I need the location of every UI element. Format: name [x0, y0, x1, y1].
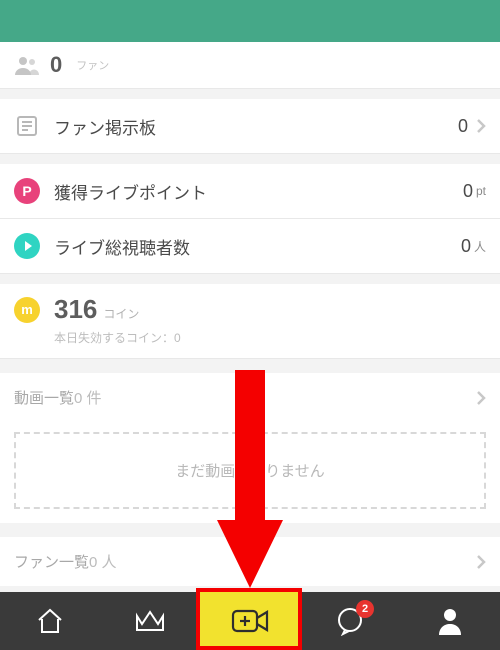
nav-home[interactable] [0, 592, 100, 650]
live-points-item[interactable]: P 獲得ライブポイント 0 pt [0, 164, 500, 219]
person-icon [437, 607, 463, 635]
fan-count: 0 [50, 52, 62, 78]
crown-icon [133, 608, 167, 634]
fan-label: ファン [76, 57, 109, 73]
video-plus-icon [230, 606, 270, 636]
fan-count-row: 0 ファン [0, 42, 500, 89]
viewers-icon [14, 233, 40, 259]
fanlist-title: ファン一覧 [14, 554, 89, 571]
viewers-value: 0 [461, 236, 471, 257]
viewers-item[interactable]: ライブ総視聴者数 0 人 [0, 219, 500, 274]
nav-ranking[interactable] [100, 592, 200, 650]
nav-messages[interactable]: 2 [300, 592, 400, 650]
home-icon [35, 607, 65, 635]
points-icon: P [14, 178, 40, 204]
videos-count: 0 件 [74, 390, 102, 407]
people-icon [14, 55, 40, 75]
points-label: 獲得ライブポイント [54, 179, 463, 204]
videos-empty: まだ動画はありません [0, 422, 500, 523]
videos-empty-text: まだ動画はありません [14, 432, 486, 509]
chevron-right-icon [476, 118, 486, 134]
coin-expiring: 本日失効するコイン：0 [54, 329, 486, 346]
nav-broadcast[interactable] [200, 592, 300, 650]
notification-badge: 2 [356, 600, 374, 618]
viewers-unit: 人 [474, 238, 486, 255]
fanlist-count: 0 人 [89, 554, 117, 571]
videos-header[interactable]: 動画一覧0 件 [0, 373, 500, 422]
board-label: ファン掲示板 [54, 114, 458, 139]
nav-profile[interactable] [400, 592, 500, 650]
header-bar [0, 0, 500, 42]
bottom-nav: 2 [0, 592, 500, 650]
chevron-right-icon [476, 554, 486, 570]
coin-unit: コイン [103, 305, 139, 322]
chevron-right-icon [476, 390, 486, 406]
viewers-label: ライブ総視聴者数 [54, 234, 461, 259]
board-icon [14, 113, 40, 139]
points-unit: pt [476, 184, 486, 198]
points-value: 0 [463, 181, 473, 202]
coins-item[interactable]: m 316 コイン 本日失効するコイン：0 [0, 284, 500, 359]
videos-title: 動画一覧 [14, 390, 74, 407]
fan-board-item[interactable]: ファン掲示板 0 [0, 99, 500, 154]
coin-icon: m [14, 297, 40, 323]
board-value: 0 [458, 116, 468, 137]
coin-value: 316 [54, 294, 97, 325]
fanlist-header[interactable]: ファン一覧0 人 [0, 537, 500, 586]
